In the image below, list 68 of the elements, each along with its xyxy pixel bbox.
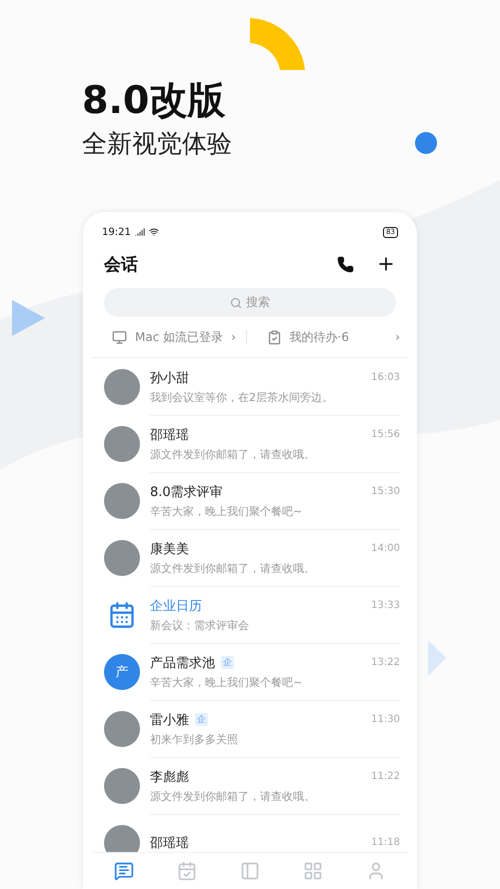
avatar-photo bbox=[104, 824, 140, 852]
apps-tab-icon[interactable] bbox=[303, 861, 324, 881]
phone-icon[interactable] bbox=[337, 256, 354, 272]
conversation-preview: 我到会议室等你，在2层茶水间旁边。 bbox=[150, 390, 334, 404]
monitor-icon bbox=[112, 330, 127, 344]
conversation-item[interactable]: 孙小甜 16:03 我到会议室等你，在2层茶水间旁边。 bbox=[92, 358, 408, 415]
conversation-time: 16:03 bbox=[371, 372, 400, 383]
triangle-shape bbox=[428, 640, 446, 676]
page-title: 会话 bbox=[104, 254, 139, 276]
conversation-time: 15:56 bbox=[371, 429, 400, 440]
conversation-time: 13:22 bbox=[371, 657, 400, 668]
triangle-shape bbox=[12, 300, 45, 336]
conversation-preview: 辛苦大家，晚上我们聚个餐吧~ bbox=[150, 674, 304, 690]
conversation-item[interactable]: 康美美 14:00 源文件发到你邮箱了，请查收哦。 bbox=[92, 529, 408, 586]
conversation-name: 孙小甜 bbox=[150, 370, 189, 386]
chat-tab-icon[interactable] bbox=[114, 861, 134, 881]
calendar-icon bbox=[108, 600, 136, 628]
docs-tab-icon[interactable] bbox=[240, 861, 260, 881]
conversation-time: 11:30 bbox=[371, 714, 400, 725]
conversation-name: 8.0需求评审 bbox=[150, 484, 223, 500]
conversation-name: 企业日历 bbox=[150, 598, 202, 614]
search-icon bbox=[230, 296, 242, 308]
avatar-photo bbox=[104, 368, 140, 404]
conversation-preview: 新会议：需求评审会 bbox=[150, 618, 250, 632]
quick-link[interactable]: Mac 如流已登录 bbox=[135, 328, 224, 346]
conversation-name: 李彪彪 bbox=[150, 768, 189, 786]
headline-subtitle: 全新视觉体验 bbox=[82, 128, 232, 160]
checklist-icon bbox=[266, 330, 282, 344]
conversation-time: 14:00 bbox=[371, 543, 400, 554]
headline-title: 8.0改版 bbox=[82, 78, 226, 122]
conversation-name: 邵瑶瑶 bbox=[150, 834, 189, 852]
conversation-name: 康美美 bbox=[150, 540, 189, 558]
conversation-time: 13:33 bbox=[371, 600, 400, 611]
status-time: 19:21 bbox=[102, 226, 131, 238]
conversation-name: 产品需求池 bbox=[150, 654, 215, 672]
conversation-preview: 初来乍到多多关照 bbox=[150, 732, 239, 746]
conversation-item[interactable]: 雷小雅 企 11:30 初来乍到多多关照 bbox=[92, 700, 408, 757]
avatar-photo bbox=[104, 540, 140, 576]
avatar-photo bbox=[104, 482, 140, 518]
calendar-tab-icon[interactable] bbox=[176, 861, 197, 881]
conversation-time: 11:22 bbox=[371, 771, 400, 782]
enterprise-tag: 企 bbox=[221, 656, 234, 669]
enterprise-tag: 企 bbox=[195, 713, 208, 726]
avatar-initial: 产 bbox=[104, 654, 140, 690]
conversation-item[interactable]: 企业日历 13:33 新会议：需求评审会 bbox=[92, 586, 408, 643]
avatar-photo bbox=[104, 426, 140, 462]
conversation-preview: 源文件发到你邮箱了，请查收哦。 bbox=[150, 560, 316, 576]
conversation-name: 邵瑶瑶 bbox=[150, 426, 189, 444]
conversation-item[interactable]: 李彪彪 11:22 源文件发到你邮箱了，请查收哦。 bbox=[92, 757, 408, 814]
quick-link[interactable]: 我的待办·6 bbox=[290, 328, 349, 346]
avatar-photo bbox=[104, 768, 140, 804]
avatar-photo bbox=[104, 710, 140, 746]
quarter-ring-shape bbox=[250, 18, 305, 70]
conversation-preview: 源文件发到你邮箱了，请查收哦。 bbox=[150, 788, 316, 804]
signal-icon bbox=[134, 227, 145, 237]
conversation-item[interactable]: 8.0需求评审 15:30 辛苦大家，晚上我们聚个餐吧~ bbox=[92, 472, 408, 529]
wifi-icon bbox=[148, 227, 159, 237]
conversation-name: 雷小雅 bbox=[150, 712, 189, 728]
conversation-preview: 源文件发到你邮箱了，请查收哦。 bbox=[150, 446, 316, 462]
conversation-item[interactable]: 邵瑶瑶 15:56 源文件发到你邮箱了，请查收哦。 bbox=[92, 415, 408, 472]
dot-shape bbox=[415, 132, 437, 154]
conversation-preview: 辛苦大家，晚上我们聚个餐吧~ bbox=[150, 504, 304, 518]
conversation-time: 11:18 bbox=[371, 837, 400, 848]
search-placeholder: 搜索 bbox=[246, 294, 270, 311]
conversation-item[interactable]: 产 产品需求池 企 13:22 辛苦大家，晚上我们聚个餐吧~ bbox=[92, 643, 408, 700]
conversation-time: 15:30 bbox=[371, 486, 400, 497]
chevron-icon: › bbox=[231, 330, 236, 344]
chevron-icon: › bbox=[395, 330, 400, 344]
